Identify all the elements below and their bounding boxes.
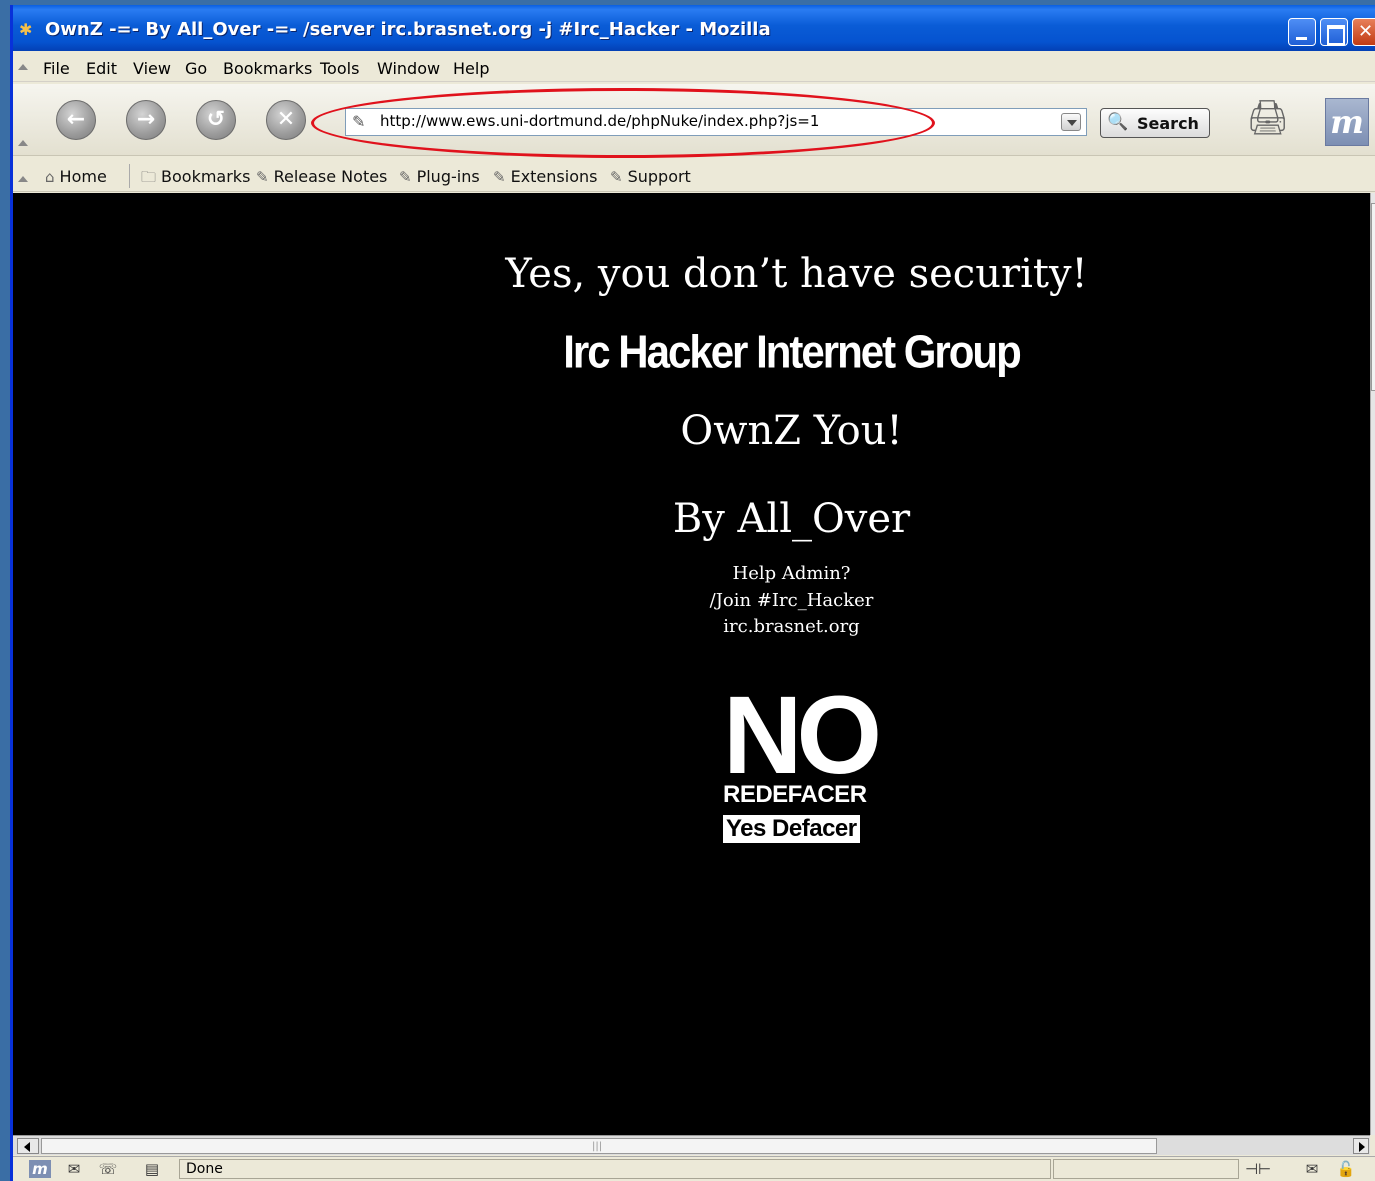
group-name: Irc Hacker Internet Group — [563, 325, 1021, 378]
support-link[interactable]: ✎ Support — [610, 167, 691, 186]
status-text: Done — [179, 1159, 1051, 1179]
close-button[interactable] — [1352, 18, 1375, 46]
stop-button[interactable]: ✕ — [266, 100, 306, 140]
status-bar: m ✉ ☏ ▤ Done ⊣⊢ ✉ 🔓 — [13, 1156, 1375, 1181]
scroll-left-button[interactable] — [17, 1138, 39, 1154]
toolbar-grip-icon[interactable] — [18, 64, 28, 70]
back-arrow-icon: ← — [66, 107, 86, 132]
help-line-2: /Join #Irc_Hacker — [709, 590, 874, 611]
menu-bookmarks[interactable]: Bookmarks — [223, 59, 312, 78]
window-title: OwnZ -=- By All_Over -=- /server irc.bra… — [45, 19, 771, 40]
badge-no: NO — [723, 674, 882, 797]
menu-tools[interactable]: Tools — [320, 59, 359, 78]
back-button[interactable]: ← — [56, 100, 96, 140]
badge-yes-defacer: Yes Defacer — [723, 815, 860, 843]
print-icon[interactable]: 🖨 — [1246, 98, 1289, 138]
bookmark-icon: ✎ — [610, 168, 623, 186]
personal-toolbar: ⌂ Home 🗀 Bookmarks ✎ Release Notes ✎ Plug-in… — [13, 158, 1375, 192]
vertical-scroll-thumb[interactable] — [1371, 203, 1375, 391]
composer-icon[interactable]: ▤ — [141, 1160, 163, 1178]
reload-button[interactable]: ↺ — [196, 100, 236, 140]
navigator-icon[interactable]: m — [29, 1160, 51, 1178]
badge-redefacer: REDEFACER — [723, 781, 867, 808]
home-button[interactable]: ⌂ Home — [45, 167, 107, 186]
search-button-label: Search — [1137, 114, 1199, 133]
page-content: Yes, you don’t have security! Irc Hacker… — [13, 193, 1370, 1135]
search-button[interactable]: 🔍 Search — [1100, 108, 1210, 138]
toolbar-grip-icon[interactable] — [18, 140, 28, 146]
home-icon: ⌂ — [45, 168, 55, 186]
scroll-right-button[interactable] — [1353, 1138, 1369, 1154]
annotation-oval — [311, 88, 935, 158]
horizontal-scroll-thumb[interactable]: ||| — [41, 1138, 1157, 1154]
ownz-text: OwnZ You! — [680, 408, 903, 454]
menu-window[interactable]: Window — [377, 59, 440, 78]
stop-icon: ✕ — [276, 107, 296, 132]
horizontal-scrollbar[interactable]: ||| — [13, 1135, 1370, 1155]
author-text: By All_Over — [672, 496, 911, 542]
cookie-icon[interactable]: ✉ — [1301, 1160, 1323, 1178]
mozilla-app-icon: ✱ — [19, 20, 33, 39]
status-progress-panel — [1053, 1159, 1239, 1179]
support-label: Support — [627, 167, 691, 186]
home-label: Home — [59, 167, 107, 186]
menu-file[interactable]: File — [43, 59, 70, 78]
menu-bar: File Edit View Go Bookmarks Tools Window… — [13, 54, 1375, 82]
help-line-3: irc.brasnet.org — [723, 616, 860, 637]
maximize-button[interactable] — [1320, 18, 1348, 46]
browser-window: ✱ OwnZ -=- By All_Over -=- /server irc.b… — [10, 5, 1375, 1181]
scroll-grip-icon: ||| — [592, 1141, 603, 1152]
mozilla-throbber-icon[interactable]: m — [1325, 98, 1369, 146]
forward-button[interactable]: → — [126, 100, 166, 140]
plugins-link[interactable]: ✎ Plug-ins — [399, 167, 480, 186]
online-status-icon[interactable]: ⊣⊢ — [1245, 1160, 1271, 1178]
toolbar-separator — [129, 164, 130, 188]
headline: Yes, you don’t have security! — [505, 251, 1088, 297]
release-notes-link[interactable]: ✎ Release Notes — [256, 167, 387, 186]
url-dropdown-button[interactable] — [1061, 113, 1081, 131]
vertical-scrollbar[interactable] — [1370, 193, 1375, 1135]
menu-help[interactable]: Help — [453, 59, 489, 78]
title-bar: ✱ OwnZ -=- By All_Over -=- /server irc.b… — [13, 5, 1375, 51]
menu-view[interactable]: View — [133, 59, 171, 78]
extensions-link[interactable]: ✎ Extensions — [493, 167, 597, 186]
release-notes-label: Release Notes — [273, 167, 388, 186]
plugins-label: Plug-ins — [416, 167, 480, 186]
toolbar-grip-icon[interactable] — [18, 176, 28, 182]
bookmarks-button[interactable]: 🗀 Bookmarks — [141, 167, 250, 192]
search-icon: 🔍 — [1107, 112, 1129, 132]
minimize-button[interactable] — [1288, 18, 1316, 46]
chat-icon[interactable]: ☏ — [97, 1160, 119, 1178]
navigation-toolbar: ← → ↺ ✕ ✎ http://www.ews.uni-dortmund.de… — [13, 84, 1375, 158]
security-lock-icon[interactable]: 🔓 — [1335, 1160, 1357, 1178]
bookmarks-label: Bookmarks — [161, 167, 251, 186]
no-redefacer-badge: NO REDEFACER Yes Defacer — [723, 674, 887, 843]
mail-icon[interactable]: ✉ — [63, 1160, 85, 1178]
menu-go[interactable]: Go — [185, 59, 207, 78]
bookmark-icon: ✎ — [493, 168, 506, 186]
forward-arrow-icon: → — [136, 107, 156, 132]
bookmark-icon: ✎ — [399, 168, 412, 186]
menu-edit[interactable]: Edit — [86, 59, 117, 78]
folder-icon: 🗀 — [141, 168, 157, 186]
bookmark-icon: ✎ — [256, 168, 269, 186]
help-line-1: Help Admin? — [732, 563, 851, 584]
extensions-label: Extensions — [510, 167, 598, 186]
reload-icon: ↺ — [206, 107, 226, 132]
